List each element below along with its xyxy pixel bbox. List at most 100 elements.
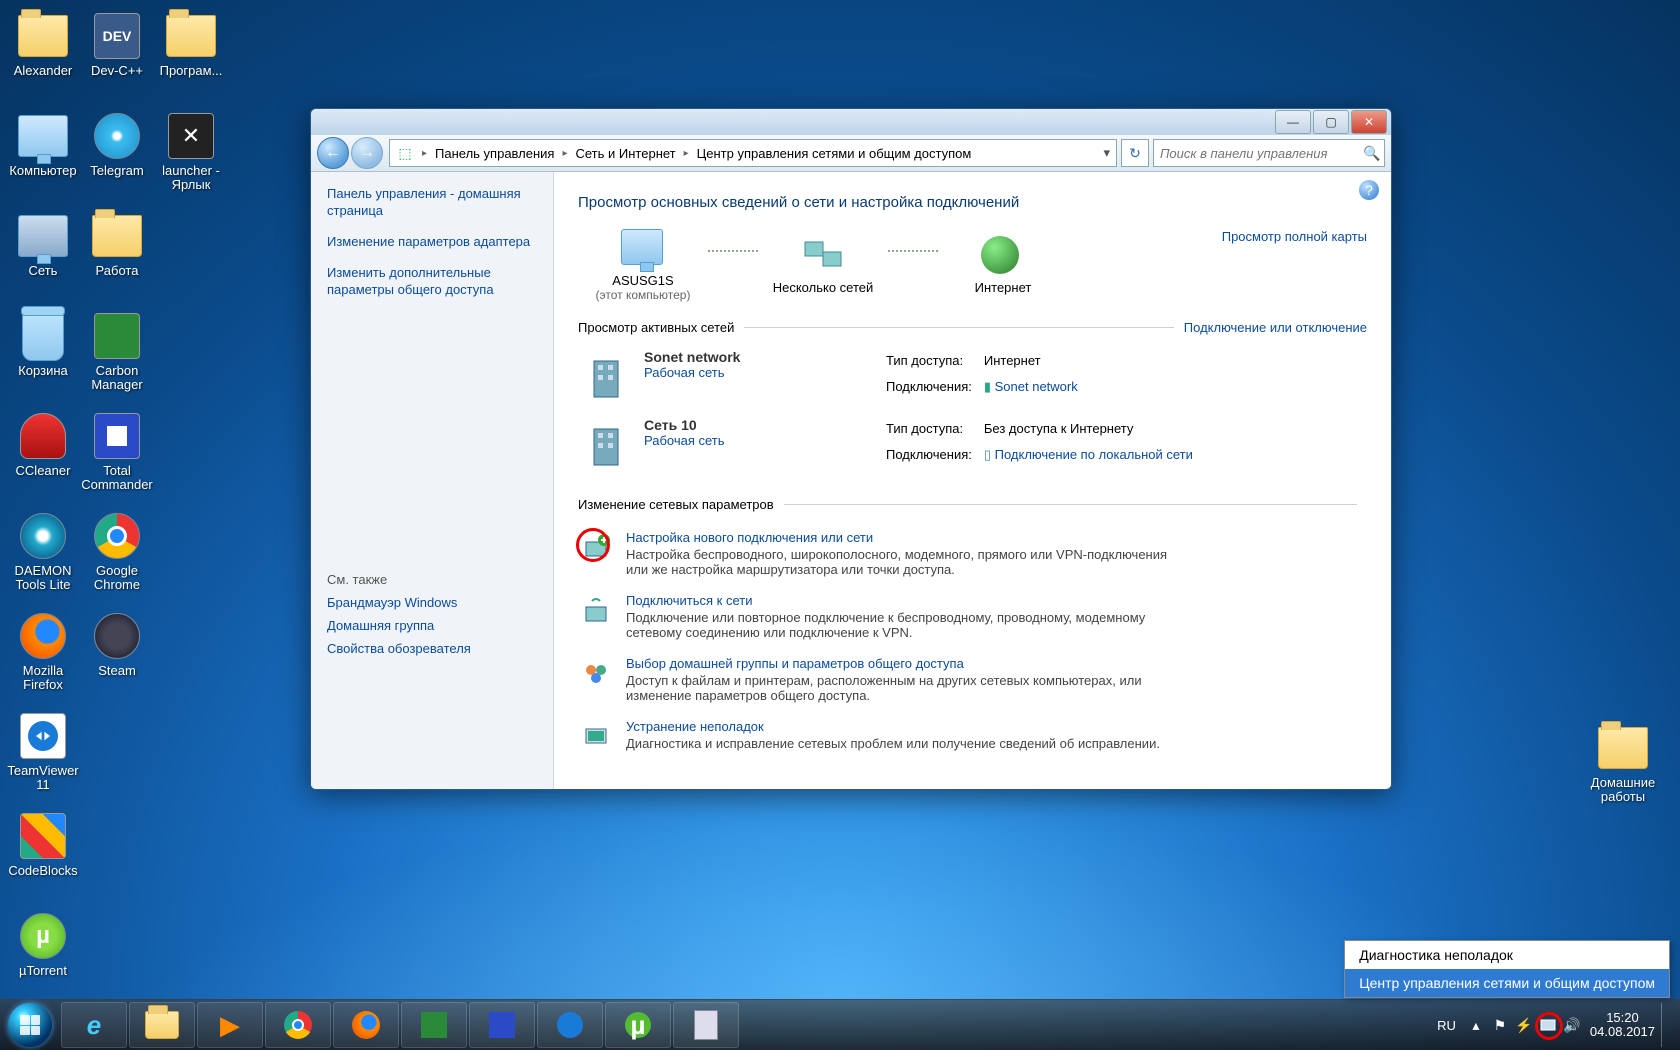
desktop-icon-teamviewer[interactable]: TeamViewer 11 <box>6 708 80 806</box>
search-input[interactable] <box>1154 146 1360 161</box>
new-connection-icon <box>578 530 614 566</box>
setting-new-connection[interactable]: Настройка нового подключения или сетиНас… <box>578 522 1367 585</box>
taskbar-explorer[interactable] <box>129 1002 195 1048</box>
desktop-icon-utorrent[interactable]: µµTorrent <box>6 908 80 1006</box>
sidebar-see-also-header: См. также <box>327 572 537 587</box>
setting-troubleshoot[interactable]: Устранение неполадокДиагностика и исправ… <box>578 711 1367 763</box>
breadcrumb-control-panel[interactable]: Панель управления <box>429 146 560 161</box>
taskbar-totalcmd[interactable] <box>469 1002 535 1048</box>
tray-network-icon[interactable] <box>1538 1015 1558 1035</box>
desktop-icon-carbon[interactable]: Carbon Manager <box>80 308 154 406</box>
ie-icon: e <box>87 1010 101 1041</box>
page-title: Просмотр основных сведений о сети и наст… <box>578 194 1367 211</box>
view-full-map-link[interactable]: Просмотр полной карты <box>1222 229 1367 244</box>
desktop-icon-computer[interactable]: Компьютер <box>6 108 80 206</box>
start-button[interactable] <box>0 1000 60 1050</box>
forward-button[interactable]: → <box>351 137 383 169</box>
sidebar-also-internet-options[interactable]: Свойства обозревателя <box>327 641 537 656</box>
taskbar-ie[interactable]: e <box>61 1002 127 1048</box>
desktop-icon-programs-folder[interactable]: Програм... <box>154 8 228 106</box>
back-button[interactable]: ← <box>317 137 349 169</box>
desktop: Alexander DEVDev-C++ Програм... Компьюте… <box>0 0 1680 1050</box>
network-type-link[interactable]: Рабочая сеть <box>644 365 844 380</box>
chevron-right-icon[interactable]: ▸ <box>682 148 691 159</box>
close-button[interactable]: ✕ <box>1351 110 1387 134</box>
node-this-computer[interactable]: ASUSG1S (этот компьютер) <box>578 229 708 302</box>
node-internet[interactable]: Интернет <box>938 236 1068 295</box>
desktop-icon-launcher[interactable]: ✕launcher - Ярлык <box>154 108 228 206</box>
show-desktop-button[interactable] <box>1661 1003 1674 1047</box>
setting-homegroup[interactable]: Выбор домашней группы и параметров общег… <box>578 648 1367 711</box>
search-box[interactable]: 🔍 <box>1153 139 1385 167</box>
breadcrumb-network-internet[interactable]: Сеть и Интернет <box>570 146 682 161</box>
refresh-button[interactable]: ↻ <box>1121 139 1149 167</box>
firefox-icon <box>352 1011 380 1039</box>
sidebar-also-homegroup[interactable]: Домашняя группа <box>327 618 537 633</box>
help-icon[interactable]: ? <box>1359 180 1379 200</box>
search-icon[interactable]: 🔍 <box>1360 145 1384 162</box>
sidebar-link-adapter[interactable]: Изменение параметров адаптера <box>327 234 537 251</box>
desktop-icon-work-folder[interactable]: Работа <box>80 208 154 306</box>
tray-volume-icon[interactable]: 🔊 <box>1562 1015 1582 1035</box>
desktop-icon-homework-folder[interactable]: Домашние работы <box>1586 720 1660 818</box>
network-row-sonet: Sonet network Рабочая сеть Тип доступа:И… <box>578 343 1367 411</box>
taskbar-media[interactable]: ▶ <box>197 1002 263 1048</box>
tray-clock[interactable]: 15:20 04.08.2017 <box>1590 1011 1655 1040</box>
network-center-icon: ⬚ <box>394 142 416 164</box>
ethernet-icon: ▯ <box>984 447 991 462</box>
desktop-icon-codeblocks[interactable]: CodeBlocks <box>6 808 80 906</box>
taskbar-chrome[interactable] <box>265 1002 331 1048</box>
utorrent-icon: µ <box>625 1012 651 1038</box>
chevron-right-icon[interactable]: ▸ <box>420 148 429 159</box>
square-icon <box>421 1012 447 1038</box>
minimize-button[interactable]: — <box>1275 110 1311 134</box>
connection-link[interactable]: Подключение по локальной сети <box>995 447 1193 462</box>
main-content: ? Просмотр основных сведений о сети и на… <box>554 172 1391 789</box>
node-networks[interactable]: Несколько сетей <box>758 236 888 295</box>
chrome-icon <box>284 1011 312 1039</box>
desktop-icon-devcpp[interactable]: DEVDev-C++ <box>80 8 154 106</box>
sidebar-link-sharing[interactable]: Изменить дополнительные параметры общего… <box>327 265 537 299</box>
desktop-icon-steam[interactable]: Steam <box>80 608 154 706</box>
sidebar-also-firewall[interactable]: Брандмауэр Windows <box>327 595 537 610</box>
taskbar-utorrent[interactable]: µ <box>605 1002 671 1048</box>
menu-item-network-center[interactable]: Центр управления сетями и общим доступом <box>1345 969 1669 997</box>
taskbar-firefox[interactable] <box>333 1002 399 1048</box>
connection-link[interactable]: Sonet network <box>995 379 1078 394</box>
tray-chevron-up-icon[interactable]: ▴ <box>1466 1015 1486 1035</box>
setting-connect-network[interactable]: Подключиться к сетиПодключение или повто… <box>578 585 1367 648</box>
network-building-icon <box>578 417 634 473</box>
sidebar-link-home[interactable]: Панель управления - домашняя страница <box>327 186 537 220</box>
active-networks-header: Просмотр активных сетей <box>578 320 734 335</box>
desktop-icon-user-folder[interactable]: Alexander <box>6 8 80 106</box>
desktop-icon-telegram[interactable]: Telegram <box>80 108 154 206</box>
breadcrumb[interactable]: ⬚ ▸ Панель управления ▸ Сеть и Интернет … <box>389 139 1117 167</box>
desktop-icon-daemon[interactable]: DAEMON Tools Lite <box>6 508 80 606</box>
taskbar-teamviewer[interactable] <box>537 1002 603 1048</box>
network-name: Sonet network <box>644 349 844 365</box>
breadcrumb-network-center[interactable]: Центр управления сетями и общим доступом <box>691 146 978 161</box>
tray-power-icon[interactable]: ⚡ <box>1514 1015 1534 1035</box>
window-titlebar[interactable]: — ▢ ✕ <box>311 109 1391 135</box>
network-type-link[interactable]: Рабочая сеть <box>644 433 844 448</box>
taskbar: e ▶ µ RU ▴ ⚑ ⚡ 🔊 15:20 04.08.2017 <box>0 999 1680 1050</box>
desktop-icon-firefox[interactable]: Mozilla Firefox <box>6 608 80 706</box>
desktop-icon-totalcmd[interactable]: Total Commander <box>80 408 154 506</box>
taskbar-carbon[interactable] <box>401 1002 467 1048</box>
taskbar-calc[interactable] <box>673 1002 739 1048</box>
desktop-icon-ccleaner[interactable]: CCleaner <box>6 408 80 506</box>
menu-item-troubleshoot[interactable]: Диагностика неполадок <box>1345 941 1669 969</box>
calc-icon <box>694 1010 718 1040</box>
desktop-icon-network[interactable]: Сеть <box>6 208 80 306</box>
tray-flag-icon[interactable]: ⚑ <box>1490 1015 1510 1035</box>
desktop-icon-recyclebin[interactable]: Корзина <box>6 308 80 406</box>
signal-icon: ▮ <box>984 379 991 394</box>
windows-logo-icon <box>8 1003 52 1047</box>
breadcrumb-dropdown[interactable]: ▾ <box>1097 145 1116 161</box>
desktop-icon-chrome[interactable]: Google Chrome <box>80 508 154 606</box>
chevron-right-icon[interactable]: ▸ <box>560 148 569 159</box>
maximize-button[interactable]: ▢ <box>1313 110 1349 134</box>
connect-disconnect-link[interactable]: Подключение или отключение <box>1184 320 1367 335</box>
navigation-bar: ← → ⬚ ▸ Панель управления ▸ Сеть и Интер… <box>311 135 1391 172</box>
language-indicator[interactable]: RU <box>1437 1018 1456 1033</box>
